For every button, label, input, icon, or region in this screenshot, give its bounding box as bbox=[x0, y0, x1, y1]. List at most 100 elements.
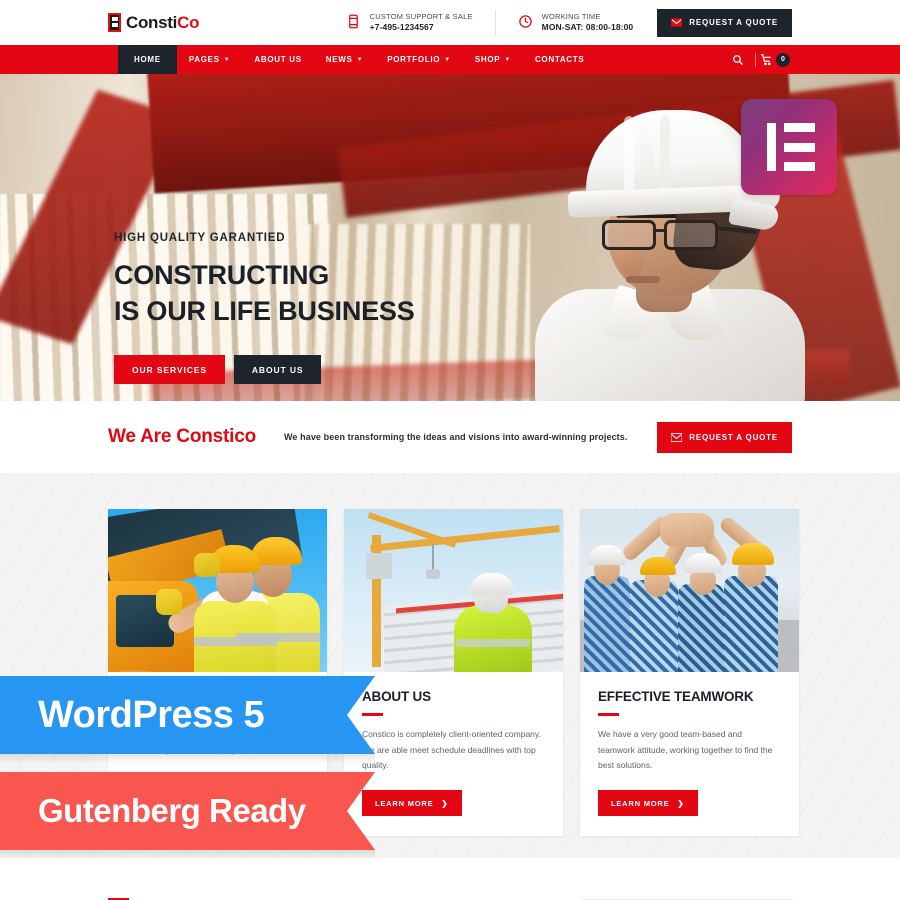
card-body: EFFECTIVE TEAMWORK We have a very good t… bbox=[580, 672, 799, 836]
top-bar: ConstiCo CUSTOM SUPPORT & SALE +7-495-12… bbox=[0, 0, 900, 45]
nav-label-home: HOME bbox=[134, 55, 161, 64]
gutenberg-ribbon-label: Gutenberg Ready bbox=[38, 792, 306, 829]
team-high-five-photo bbox=[580, 509, 799, 672]
logo-text: ConstiCo bbox=[126, 13, 199, 33]
logo-text-accent: Co bbox=[177, 12, 200, 32]
nav-label-portfolio: PORTFOLIO bbox=[387, 55, 441, 64]
elementor-logo bbox=[741, 99, 837, 195]
hero-title-line-2: IS OUR LIFE BUSINESS bbox=[114, 295, 415, 326]
ribbon-shadow-bottom bbox=[0, 850, 375, 860]
site-logo[interactable]: ConstiCo bbox=[108, 13, 199, 33]
card-title: EFFECTIVE TEAMWORK bbox=[598, 689, 754, 704]
card-text: We have a very good team-based and teamw… bbox=[598, 729, 773, 771]
card-photo-3 bbox=[580, 509, 799, 672]
hours-text: WORKING TIME MON-SAT: 08:00-18:00 bbox=[542, 12, 634, 34]
next-section-slice bbox=[0, 858, 900, 900]
promo-ribbons-overlay: WordPress 5 Gutenberg Ready bbox=[0, 670, 420, 860]
ribbon-shadow-top bbox=[0, 754, 375, 764]
chevron-down-icon: ▼ bbox=[223, 56, 231, 63]
card-accent-rule bbox=[598, 713, 619, 716]
hero-copy: HIGH QUALITY GARANTIED CONSTRUCTING IS O… bbox=[114, 232, 415, 385]
crane-jib bbox=[370, 525, 560, 552]
nav-item-about-us[interactable]: ABOUT US bbox=[242, 45, 313, 74]
crane-construction-site-photo bbox=[344, 509, 563, 672]
glasses-lens-left bbox=[602, 220, 656, 250]
learn-more-label: LEARN MORE bbox=[611, 798, 670, 808]
glasses-bridge bbox=[656, 229, 666, 232]
intro-strip: We Are Constico We have been transformin… bbox=[0, 401, 900, 473]
elementor-e-mark bbox=[767, 123, 815, 171]
worker-mouth bbox=[626, 276, 660, 283]
nav-separator bbox=[755, 52, 756, 67]
elementor-bar-top bbox=[784, 123, 815, 132]
gutenberg-ribbon: Gutenberg Ready bbox=[0, 772, 375, 850]
intro-subtitle: We have been transforming the ideas and … bbox=[283, 432, 628, 442]
nav-item-contacts[interactable]: CONTACTS bbox=[523, 45, 596, 74]
nav-item-news[interactable]: NEWS ▼ bbox=[314, 45, 375, 74]
hero-kicker: HIGH QUALITY GARANTIED bbox=[114, 232, 286, 244]
mobile-phone-icon bbox=[346, 14, 363, 31]
support-phone: +7-495-1234567 bbox=[369, 21, 434, 32]
nav-label-contacts: CONTACTS bbox=[534, 55, 585, 64]
request-quote-header-label: REQUEST A QUOTE bbox=[689, 18, 778, 27]
nav-label-news: NEWS bbox=[325, 55, 353, 64]
jacket-reflective-band bbox=[456, 639, 530, 647]
crane-hook bbox=[426, 569, 440, 579]
wordpress-version-ribbon: WordPress 5 bbox=[0, 676, 375, 754]
logo-text-primary: Consti bbox=[126, 12, 178, 32]
card-photo-1 bbox=[108, 509, 327, 672]
white-hard-hat bbox=[470, 573, 514, 595]
elementor-bar-middle bbox=[784, 142, 815, 152]
chevron-right-icon: ❯ bbox=[441, 798, 449, 808]
chevron-down-icon: ▼ bbox=[504, 56, 511, 63]
nav-item-pages[interactable]: PAGES ▼ bbox=[177, 45, 243, 74]
shopping-cart-icon bbox=[760, 53, 773, 66]
nav-label-pages: PAGES bbox=[188, 55, 220, 64]
card-photo-2 bbox=[344, 509, 563, 672]
intro-title: We Are Constico bbox=[108, 426, 256, 447]
hard-hat-ridge bbox=[640, 114, 654, 200]
search-icon[interactable] bbox=[725, 45, 751, 74]
glasses-lens-right bbox=[664, 220, 718, 250]
learn-more-button[interactable]: LEARN MORE ❯ bbox=[598, 790, 698, 817]
high-five-hands bbox=[660, 513, 714, 547]
request-quote-button-intro[interactable]: REQUEST A QUOTE bbox=[657, 421, 792, 453]
nav-label-about-us: ABOUT US bbox=[254, 55, 302, 64]
elementor-bar-vertical bbox=[767, 123, 776, 171]
yellow-hard-hat-4 bbox=[732, 543, 774, 565]
request-quote-intro-label: REQUEST A QUOTE bbox=[689, 432, 778, 442]
nav-utilities: 0 bbox=[725, 45, 792, 74]
hours-info: WORKING TIME MON-SAT: 08:00-18:00 bbox=[518, 12, 634, 34]
nav-item-home[interactable]: HOME bbox=[118, 45, 177, 74]
crane-cab bbox=[366, 553, 392, 579]
support-text: CUSTOM SUPPORT & SALE +7-495-1234567 bbox=[370, 12, 473, 34]
request-quote-button-header[interactable]: REQUEST A QUOTE bbox=[657, 8, 792, 37]
white-hard-hat-1 bbox=[588, 545, 626, 565]
envelope-icon bbox=[671, 432, 683, 442]
two-workers-hardhats-photo bbox=[108, 509, 327, 672]
website-preview-page: ConstiCo CUSTOM SUPPORT & SALE +7-495-12… bbox=[0, 0, 900, 900]
team-member-4 bbox=[724, 576, 778, 672]
support-label: CUSTOM SUPPORT & SALE bbox=[369, 11, 473, 21]
cart-button[interactable]: 0 bbox=[760, 52, 792, 67]
feature-card[interactable]: EFFECTIVE TEAMWORK We have a very good t… bbox=[580, 509, 799, 837]
hero-banner: HIGH QUALITY GARANTIED CONSTRUCTING IS O… bbox=[0, 74, 900, 401]
yellow-glove-2 bbox=[194, 553, 220, 577]
nav-item-shop[interactable]: SHOP ▼ bbox=[463, 45, 523, 74]
about-us-button[interactable]: ABOUT US bbox=[233, 355, 322, 385]
support-info: CUSTOM SUPPORT & SALE +7-495-1234567 bbox=[346, 12, 473, 34]
nav-items: HOME PAGES ▼ ABOUT US NEWS ▼ PORTFOLIO ▼… bbox=[118, 45, 596, 74]
vest-reflective-band-2 bbox=[236, 633, 320, 642]
our-services-button[interactable]: OUR SERVICES bbox=[114, 355, 225, 385]
nav-item-portfolio[interactable]: PORTFOLIO ▼ bbox=[375, 45, 463, 74]
nav-label-shop: SHOP bbox=[474, 55, 501, 64]
elementor-bar-bottom bbox=[784, 162, 815, 171]
hours-label: WORKING TIME bbox=[541, 11, 601, 21]
main-navigation: HOME PAGES ▼ ABOUT US NEWS ▼ PORTFOLIO ▼… bbox=[0, 45, 900, 74]
cart-count-badge: 0 bbox=[776, 52, 790, 67]
clock-icon bbox=[518, 14, 535, 31]
wordpress-ribbon-label: WordPress 5 bbox=[38, 693, 265, 736]
chevron-down-icon: ▼ bbox=[356, 56, 364, 63]
crane-cable bbox=[432, 543, 434, 571]
hero-title-line-1: CONSTRUCTING bbox=[114, 260, 330, 290]
